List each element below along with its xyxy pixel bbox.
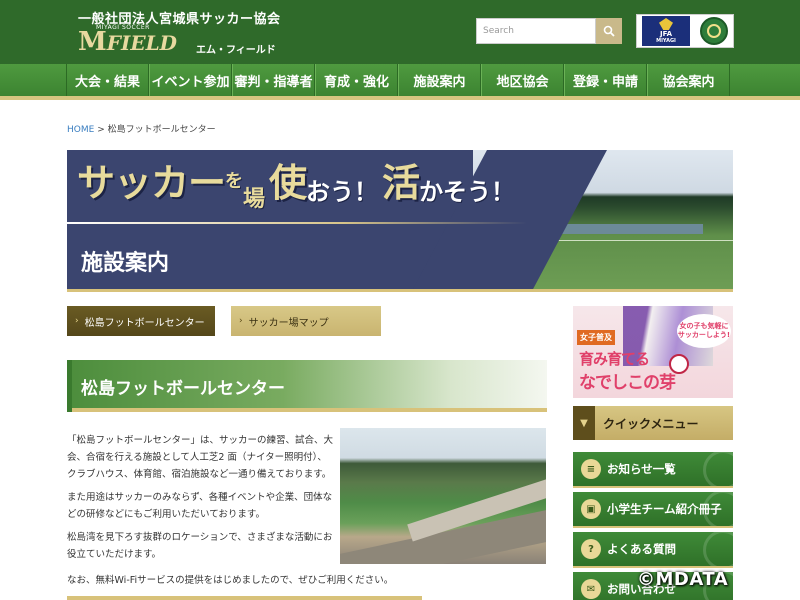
nadeshiko-promo-banner[interactable]: 女の子も気軽にサッカーしよう! 女子普及 育み育てる なでしこの芽 [573,306,733,398]
facility-photo [340,428,546,564]
jfa-label: JFA [659,30,672,38]
logo-subtitle: エム・フィールド [196,45,276,56]
hero-banner: サッカー を 場 使 おう！ 活 かそう！ 施設案内 [67,150,733,292]
nav-item-tournaments[interactable]: 大会・結果 [66,64,149,96]
subnav-label: 松島フットボールセンター [84,317,205,329]
subnav-matsushima-button[interactable]: › 松島フットボールセンター [67,306,215,336]
sidebar-item-news[interactable]: ≡ お知らせ一覧 [573,452,733,488]
facility-description: 「松島フットボールセンター」は、サッカーの練習、試合、大会、合宿を行える施設とし… [67,432,335,569]
site-logo[interactable]: M FIELD [78,27,177,57]
breadcrumb-current: 松島フットボールセンター [107,125,216,135]
jfa-emblem-icon [659,18,673,30]
sidebar-item-faq[interactable]: ? よくある質問 [573,532,733,568]
book-icon: ▣ [581,499,601,519]
section-title: 松島フットボールセンター [67,360,547,412]
emblem-watermark [703,532,733,566]
breadcrumb-home-link[interactable]: HOME [67,125,94,135]
slogan-word-ou: おう！ [306,178,379,206]
promo-bubble: 女の子も気軽にサッカーしよう! [677,314,731,348]
emblem-watermark [703,452,733,486]
search-input[interactable]: Search [476,18,596,44]
quick-menu-label: クイックメニュー [603,416,699,431]
promo-tag: 女子普及 [577,330,615,345]
description-paragraph: 松島湾を見下ろす抜群のロケーションで、さまざまな活動にお役立ていただけます。 [67,532,333,560]
nav-item-development[interactable]: 育成・強化 [315,64,398,96]
description-paragraph: また用途はサッカーのみならず、各種イベントや企業、団体などの研修などにもご利用い… [67,492,333,520]
slogan-particle: を [225,171,244,192]
slogan-word-field: 場 [243,187,266,212]
sidebar-item-label: よくある質問 [607,542,676,556]
emblem-watermark [703,492,733,526]
chevron-right-icon: › [239,316,243,326]
global-nav: 大会・結果 イベント参加 審判・指導者 育成・強化 施設案内 地区協会 登録・申… [0,64,800,100]
description-paragraph: 「松島フットボールセンター」は、サッカーの練習、試合、大会、合宿を行える施設とし… [67,435,334,480]
hero-slogan: サッカー を 場 使 おう！ 活 かそう！ [77,152,516,212]
slogan-word-kasou: かそう！ [419,178,516,206]
slogan-word-soccer: サッカー [77,161,226,205]
sidebar-item-team-booklet[interactable]: ▣ 小学生チーム紹介冊子 [573,492,733,528]
bottom-divider [67,596,422,600]
promo-headline: 育み育てる [579,350,650,368]
logo-letter: M [78,27,107,57]
miyagi-emblem-icon [707,24,721,38]
breadcrumb: HOME > 松島フットボールセンター [67,122,216,135]
search-icon [603,25,615,37]
subnav-label: サッカー場マップ [248,317,329,329]
logo-small-text: MIYAGI SOCCER [96,24,150,31]
hero-grandstand [553,224,703,234]
nav-item-facilities[interactable]: 施設案内 [398,64,481,96]
miyagi-fa-badge[interactable] [700,17,728,45]
quick-menu-header[interactable]: ▼ クイックメニュー [573,406,733,440]
slogan-word-make-use: 活 [382,161,420,205]
mail-icon: ✉ [581,579,601,599]
logo-text: FIELD [106,31,177,55]
chevron-down-icon: ▼ [573,406,595,440]
nav-item-about[interactable]: 協会案内 [647,64,730,96]
nav-item-referees[interactable]: 審判・指導者 [232,64,315,96]
site-header: 一般社団法人宮城県サッカー協会 M FIELD MIYAGI SOCCER エム… [0,0,800,64]
partner-badges: JFA MIYAGI [636,14,734,48]
sidebar-item-label: お知らせ一覧 [607,462,676,476]
nav-item-events[interactable]: イベント参加 [149,64,232,96]
hero-divider [67,222,527,224]
jfa-badge[interactable]: JFA MIYAGI [642,16,690,46]
nav-item-registration[interactable]: 登録・申請 [564,64,647,96]
wifi-note: なお、無料Wi-Fiサービスの提供をはじめましたので、ぜひご利用ください。 [67,575,394,586]
question-icon: ? [581,539,601,559]
subnav-field-map-button[interactable]: › サッカー場マップ [231,306,381,336]
list-icon: ≡ [581,459,601,479]
copyright-watermark: ©MDATA [637,569,729,590]
search-button[interactable] [596,18,622,44]
jfa-sub-label: MIYAGI [656,38,676,44]
promo-headline-2: なでしこの芽 [579,373,676,393]
chevron-right-icon: › [75,316,79,326]
breadcrumb-separator: > [97,125,105,135]
nav-item-districts[interactable]: 地区協会 [481,64,564,96]
hero-title: 施設案内 [81,251,170,276]
slogan-word-use: 使 [269,161,307,205]
